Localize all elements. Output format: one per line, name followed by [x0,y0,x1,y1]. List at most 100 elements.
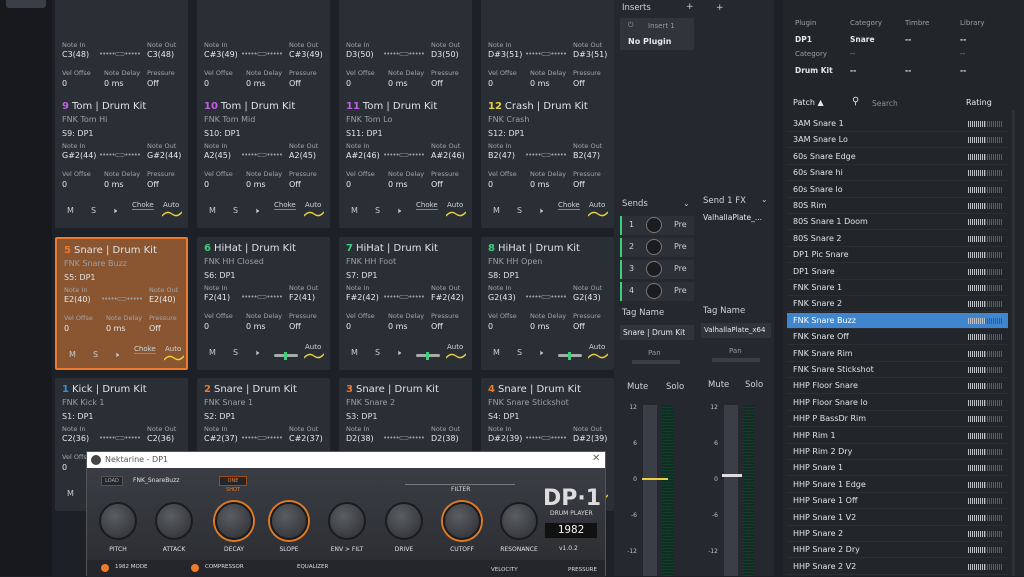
kit-a[interactable]: -- [850,66,856,75]
kit-c[interactable]: -- [960,66,966,75]
note-out-value[interactable]: C#2(37) [289,434,323,443]
patch-row[interactable]: 3AM Snare Lo [787,132,1008,149]
link-icon[interactable]: •••••⊂⊃••••• [241,434,283,442]
note-out-value[interactable]: D#3(51) [573,50,607,59]
mute-button[interactable]: Mute [627,382,648,392]
patch-row[interactable]: FNK Snare 1 [787,280,1008,296]
link-icon[interactable]: •••••⊂⊃••••• [525,50,567,58]
note-out-value[interactable]: A#2(46) [431,151,465,160]
speaker-icon[interactable]: 🕨 [254,348,259,358]
note-in-value[interactable]: C2(36) [62,434,89,443]
pressure-value[interactable]: Off [573,322,585,331]
patch-row[interactable]: FNK Snare Rim [787,346,1008,362]
rating-bars[interactable] [968,383,1002,390]
knob[interactable] [270,502,308,540]
fx-volume-fader[interactable] [724,405,738,576]
mute-button[interactable]: M [209,348,216,357]
note-delay-value[interactable]: 0 ms [388,322,408,331]
mute-button[interactable]: M [493,206,500,215]
link-icon[interactable]: •••••⊂⊃••••• [241,151,283,159]
search-icon[interactable]: ⚲ [852,96,859,107]
auto-button[interactable]: Auto [305,343,321,351]
note-in-value[interactable]: B2(47) [488,151,515,160]
auto-button[interactable]: Auto [163,201,179,209]
pressure-value[interactable]: Off [573,79,585,88]
drum-pad[interactable]: 11 Tom | Drum Kit FNK Tom Lo S11: DP1 Not… [339,95,472,228]
link-icon[interactable]: •••••⊂⊃••••• [383,434,425,442]
pan-slider-2[interactable] [712,358,760,362]
category-header[interactable]: Category [850,19,882,27]
note-in-value[interactable]: D3(50) [346,50,374,59]
rating-bars[interactable] [968,399,1002,406]
note-in-value[interactable]: E2(40) [64,295,91,304]
pressure-value[interactable]: Off [289,322,301,331]
vel-offset-value[interactable]: 0 [488,180,493,189]
note-out-value[interactable]: D#2(39) [573,434,607,443]
link-icon[interactable]: •••••⊂⊃••••• [99,151,141,159]
solo-button[interactable]: S [375,348,380,357]
note-in-value[interactable]: A2(45) [204,151,231,160]
note-out-value[interactable]: F2(41) [289,293,315,302]
mode-led[interactable] [101,564,109,572]
vel-offset-value[interactable]: 0 [346,322,351,331]
mute-button[interactable]: M [67,489,74,498]
patch-row[interactable]: 60s Snare lo [787,182,1008,198]
rating-bars[interactable] [968,285,1002,291]
patch-row[interactable]: FNK Snare Off [787,329,1008,346]
speaker-icon[interactable]: 🕨 [396,206,401,216]
rating-bars[interactable] [968,252,1002,259]
mute-button[interactable]: M [493,348,500,357]
note-delay-value[interactable]: 0 ms [246,180,266,189]
note-out-value[interactable]: A2(45) [289,151,316,160]
choke-button[interactable]: Choke [274,201,296,210]
vel-offset-value[interactable]: 0 [488,322,493,331]
note-in-value[interactable]: G#2(44) [62,151,96,160]
send1fx-chevron-icon[interactable]: ⌄ [761,195,768,204]
send-knob[interactable] [646,261,662,277]
link-icon[interactable]: •••••⊂⊃••••• [99,50,141,58]
link-icon[interactable]: •••••⊂⊃••••• [383,293,425,301]
rating-bars[interactable] [968,186,1002,193]
category2-value-b[interactable]: -- [960,50,965,58]
note-in-value[interactable]: D#3(51) [488,50,522,59]
note-delay-value[interactable]: 0 ms [104,79,124,88]
knob[interactable] [215,502,253,540]
timbre-header[interactable]: Timbre [905,19,929,27]
send-knob[interactable] [646,217,662,233]
note-delay-value[interactable]: 0 ms [106,324,126,333]
choke-button[interactable]: Choke [134,345,156,354]
library-value[interactable]: -- [960,35,966,44]
note-delay-value[interactable]: 0 ms [246,79,266,88]
note-out-value[interactable]: C3(48) [147,50,174,59]
timbre-value[interactable]: -- [905,35,911,44]
pressure-value[interactable]: Off [147,180,159,189]
note-out-value[interactable]: E2(40) [149,295,176,304]
solo-button[interactable]: S [517,348,522,357]
note-in-value[interactable]: C#3(49) [204,50,238,59]
knob[interactable] [328,502,366,540]
pan-slider[interactable] [632,360,680,364]
solo-button[interactable]: S [93,350,98,359]
plugin-value[interactable]: DP1 [795,35,812,44]
note-out-value[interactable]: D2(38) [431,434,459,443]
patch-row[interactable]: 60s Snare hi [787,165,1008,182]
auto-button[interactable]: Auto [589,343,605,351]
send-pre-toggle[interactable]: Pre [674,220,687,229]
sends-chevron-icon[interactable]: ⌄ [683,199,690,208]
send-row[interactable]: 3 Pre [620,260,694,279]
note-out-value[interactable]: C#3(49) [289,50,323,59]
vel-offset-value[interactable]: 0 [62,180,67,189]
rating-bars[interactable] [968,268,1002,275]
category-value[interactable]: Snare [850,35,875,44]
patch-row[interactable]: HHP Rim 2 Dry [787,444,1008,460]
send-row[interactable]: 1 Pre [620,216,694,235]
rating-bars[interactable] [968,170,1002,177]
category2-header[interactable]: Category [795,50,827,58]
pressure-value[interactable]: Off [573,180,585,189]
mute-button[interactable]: M [351,206,358,215]
drum-pad[interactable]: 5 Snare | Drum Kit FNK Snare Buzz S5: DP1… [55,237,188,370]
note-in-value[interactable]: F2(41) [204,293,230,302]
tag-name-field[interactable]: Snare | Drum Kit [620,325,694,340]
pressure-value[interactable]: Off [289,79,301,88]
pressure-value[interactable]: Off [289,180,301,189]
